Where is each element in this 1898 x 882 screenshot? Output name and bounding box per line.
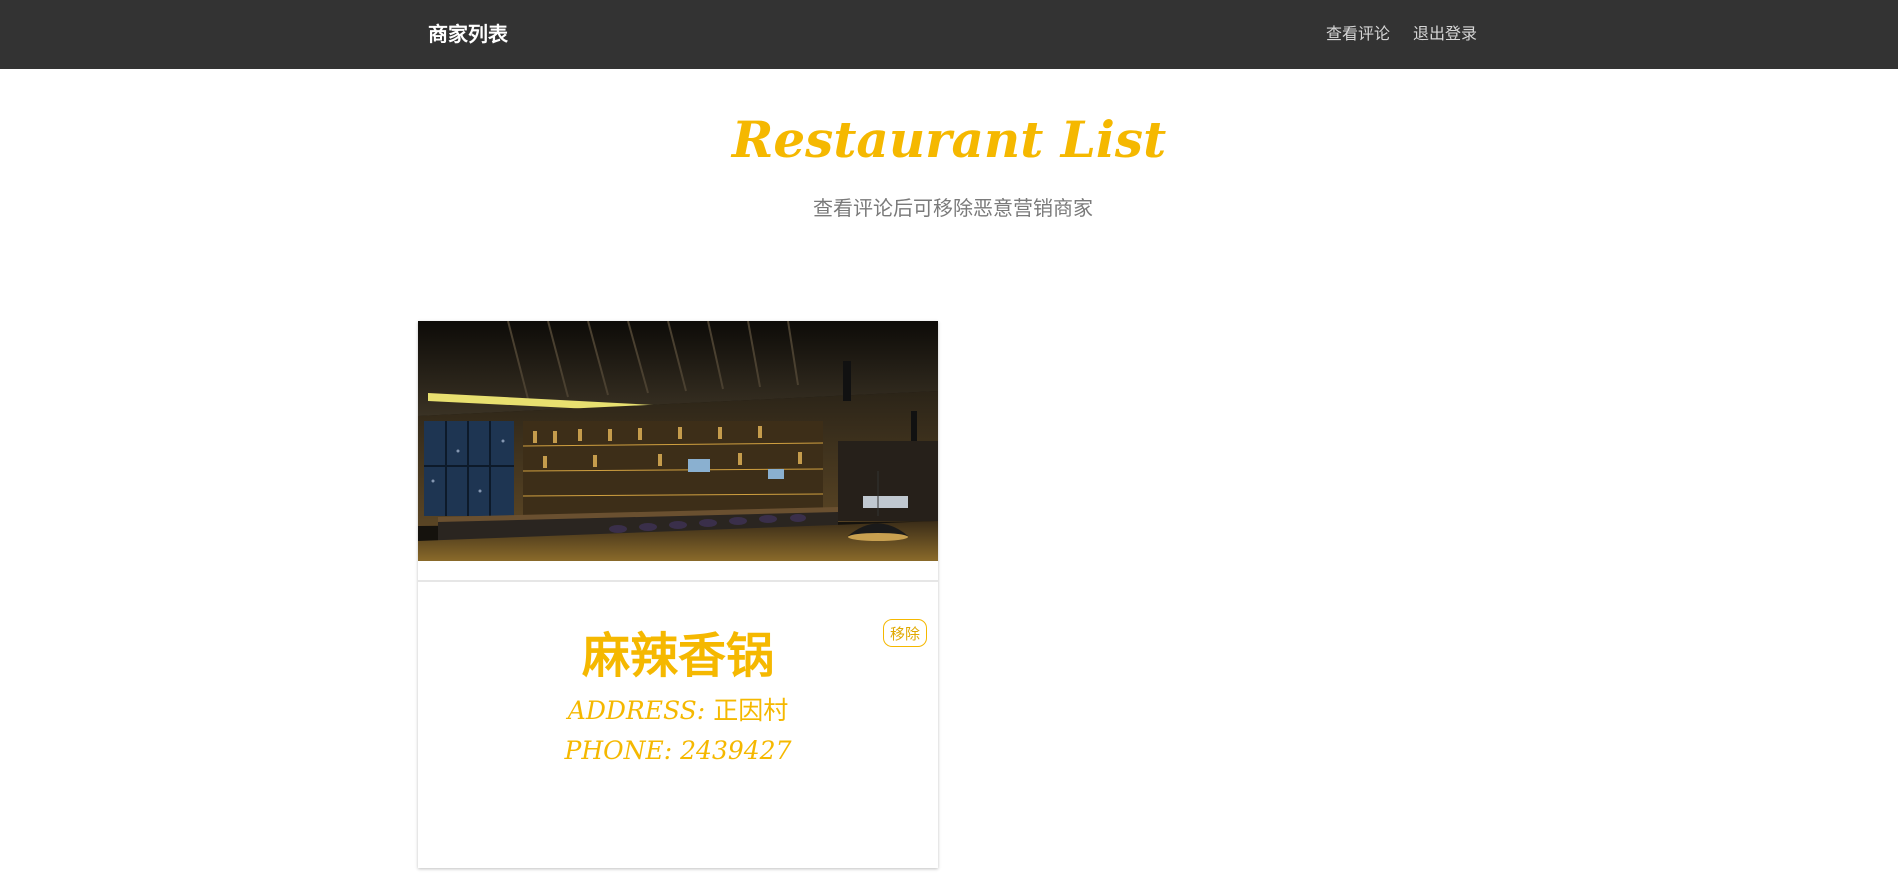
phone-label: PHONE: — [564, 736, 673, 765]
page-subtitle: 查看评论后可移除恶意营销商家 — [813, 196, 1093, 220]
card-divider — [418, 580, 938, 582]
top-navbar: 商家列表 查看评论 退出登录 — [0, 0, 1898, 69]
restaurant-name: 麻辣香锅 — [581, 628, 774, 684]
phone-value: 2439427 — [680, 736, 792, 765]
nav-view-reviews-link[interactable]: 查看评论 — [1326, 20, 1390, 44]
nav-logout-link[interactable]: 退出登录 — [1413, 20, 1477, 44]
address-label: ADDRESS: — [567, 696, 706, 725]
restaurant-image — [418, 321, 938, 561]
restaurant-phone: PHONE: 2439427 — [418, 736, 938, 765]
address-value: 正因村 — [713, 696, 789, 725]
brand-link[interactable]: 商家列表 — [428, 18, 508, 47]
restaurant-card: 移除 麻辣香锅 ADDRESS: 正因村 PHONE: 2439427 — [418, 321, 938, 868]
page-title: Restaurant List — [731, 110, 1167, 169]
restaurant-address: ADDRESS: 正因村 — [418, 691, 938, 727]
